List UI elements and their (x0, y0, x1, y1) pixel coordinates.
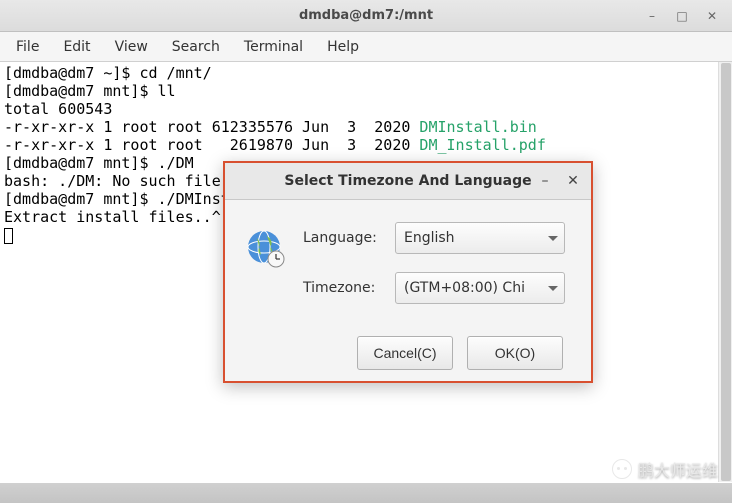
menu-file[interactable]: File (6, 35, 49, 59)
menu-search[interactable]: Search (162, 35, 230, 59)
maximize-button[interactable]: □ (670, 7, 694, 25)
globe-icon (245, 228, 287, 270)
language-value: English (404, 230, 455, 246)
scrollbar-thumb[interactable] (721, 63, 731, 481)
timezone-value: (GTM+08:00) Chi (404, 280, 525, 296)
window-titlebar: dmdba@dm7:/mnt – □ ✕ (0, 0, 732, 32)
terminal-line: -r-xr-xr-x 1 root root 612335576 Jun 3 2… (4, 118, 419, 136)
terminal-line: [dmdba@dm7 mnt]$ ./DM (4, 154, 194, 172)
window-controls: – □ ✕ (640, 7, 724, 25)
terminal-line: [dmdba@dm7 mnt]$ ./DMInst (4, 190, 230, 208)
file-link: DMInstall.bin (419, 118, 536, 136)
terminal-line: -r-xr-xr-x 1 root root 2619870 Jun 3 202… (4, 136, 419, 154)
scrollbar[interactable] (718, 62, 732, 482)
menu-terminal[interactable]: Terminal (234, 35, 313, 59)
terminal-line: Extract install files..^. (4, 208, 230, 226)
dialog-title: Select Timezone And Language (284, 173, 531, 189)
window-title: dmdba@dm7:/mnt (299, 8, 433, 23)
terminal-line: bash: ./DM: No such file (4, 172, 230, 190)
dialog-minimize-button[interactable]: – (535, 173, 555, 189)
dialog-titlebar: Select Timezone And Language – ✕ (225, 163, 591, 200)
menu-help[interactable]: Help (317, 35, 369, 59)
bottom-bar (0, 483, 732, 503)
chevron-down-icon (548, 286, 558, 291)
cancel-button[interactable]: Cancel(C) (357, 336, 453, 370)
language-label: Language: (303, 230, 381, 246)
terminal-line: total 600543 (4, 100, 112, 118)
menubar: File Edit View Search Terminal Help (0, 32, 732, 62)
ok-button[interactable]: OK(O) (467, 336, 563, 370)
wechat-icon (612, 459, 632, 479)
watermark: 鹏大师运维 (612, 457, 718, 481)
chevron-down-icon (548, 236, 558, 241)
file-link: DM_Install.pdf (419, 136, 545, 154)
terminal-line: [dmdba@dm7 mnt]$ ll (4, 82, 176, 100)
timezone-select[interactable]: (GTM+08:00) Chi (395, 272, 565, 304)
close-button[interactable]: ✕ (700, 7, 724, 25)
language-select[interactable]: English (395, 222, 565, 254)
watermark-text: 鹏大师运维 (638, 457, 718, 481)
timezone-label: Timezone: (303, 280, 381, 296)
dialog-close-button[interactable]: ✕ (563, 173, 583, 189)
terminal-cursor (4, 228, 13, 244)
menu-view[interactable]: View (105, 35, 158, 59)
menu-edit[interactable]: Edit (53, 35, 100, 59)
minimize-button[interactable]: – (640, 7, 664, 25)
terminal-line: [dmdba@dm7 ~]$ cd /mnt/ (4, 64, 212, 82)
dialog-timezone-language: Select Timezone And Language – ✕ Languag… (223, 161, 593, 383)
